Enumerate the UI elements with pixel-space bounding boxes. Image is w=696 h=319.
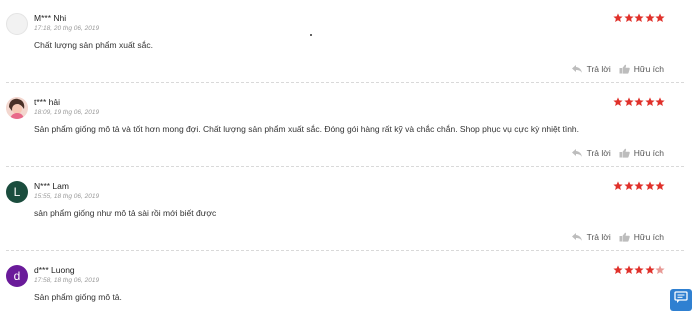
- chat-icon: [674, 291, 688, 309]
- review-text: Sản phẩm giống mô tả và tốt hơn mong đợi…: [34, 124, 580, 134]
- reply-button[interactable]: Trả lời: [571, 64, 611, 74]
- divider: [6, 82, 684, 83]
- reviewer-name: t*** hải: [34, 97, 60, 107]
- thumbs-up-icon: [619, 232, 630, 242]
- divider: [6, 166, 684, 167]
- rating-stars: [613, 13, 665, 22]
- rating-stars: [613, 265, 665, 274]
- reviewer-name: d*** Luong: [34, 265, 75, 275]
- chat-button[interactable]: [670, 289, 692, 311]
- star-icon: [613, 181, 623, 190]
- review-time: 17:18, 20 thg 06, 2019: [34, 25, 100, 32]
- star-icon: [644, 13, 655, 22]
- review-text: Sản phẩm giống mô tả.: [34, 292, 122, 302]
- star-icon: [644, 265, 655, 274]
- avatar: d: [6, 265, 28, 287]
- helpful-label: Hữu ích: [633, 64, 664, 74]
- star-icon: [655, 265, 665, 274]
- reply-label: Trả lời: [586, 148, 611, 158]
- star-icon: [623, 265, 634, 274]
- star-icon: [655, 97, 665, 106]
- reply-label: Trả lời: [586, 232, 611, 242]
- thumbs-up-icon: [619, 64, 630, 74]
- helpful-label: Hữu ích: [633, 148, 664, 158]
- review-actions: Trả lời Hữu ích: [571, 64, 664, 74]
- review-time: 15:55, 18 thg 06, 2019: [34, 193, 100, 200]
- star-icon: [634, 181, 644, 190]
- rating-stars: [613, 97, 665, 106]
- reply-button[interactable]: Trả lời: [571, 148, 611, 158]
- review-text: Chất lượng sản phẩm xuất sắc.: [34, 40, 153, 50]
- helpful-button[interactable]: Hữu ích: [619, 232, 664, 242]
- star-icon: [644, 181, 655, 190]
- review-time: 18:09, 19 thg 06, 2019: [34, 109, 100, 116]
- review-time: 17:58, 18 thg 06, 2019: [34, 277, 100, 284]
- avatar: L: [6, 181, 28, 203]
- rating-stars: [613, 181, 665, 190]
- star-icon: [634, 13, 644, 22]
- reply-icon: [571, 232, 583, 242]
- helpful-button[interactable]: Hữu ích: [619, 64, 664, 74]
- avatar: [6, 97, 28, 119]
- star-icon: [613, 13, 623, 22]
- avatar-letter: L: [13, 185, 21, 199]
- star-icon: [634, 97, 644, 106]
- star-icon: [644, 97, 655, 106]
- review-actions: Trả lời Hữu ích: [571, 148, 664, 158]
- helpful-button[interactable]: Hữu ích: [619, 148, 664, 158]
- stray-dot: [310, 34, 312, 36]
- reviewer-name: N*** Lam: [34, 181, 69, 191]
- review-actions: Trả lời Hữu ích: [571, 232, 664, 242]
- avatar-letter: d: [13, 269, 21, 283]
- star-icon: [613, 265, 623, 274]
- star-icon: [623, 181, 634, 190]
- star-icon: [655, 181, 665, 190]
- divider: [6, 250, 684, 251]
- star-icon: [655, 13, 665, 22]
- thumbs-up-icon: [619, 148, 630, 158]
- reviewer-name: M*** Nhi: [34, 13, 67, 23]
- reply-button[interactable]: Trả lời: [571, 232, 611, 242]
- reply-label: Trả lời: [586, 64, 611, 74]
- reply-icon: [571, 148, 583, 158]
- star-icon: [623, 97, 634, 106]
- reply-icon: [571, 64, 583, 74]
- star-icon: [613, 97, 623, 106]
- helpful-label: Hữu ích: [633, 232, 664, 242]
- avatar: [6, 13, 28, 35]
- review-text: sản phẩm giống như mô tả sài rồi mới biế…: [34, 208, 217, 218]
- star-icon: [623, 13, 634, 22]
- star-icon: [634, 265, 644, 274]
